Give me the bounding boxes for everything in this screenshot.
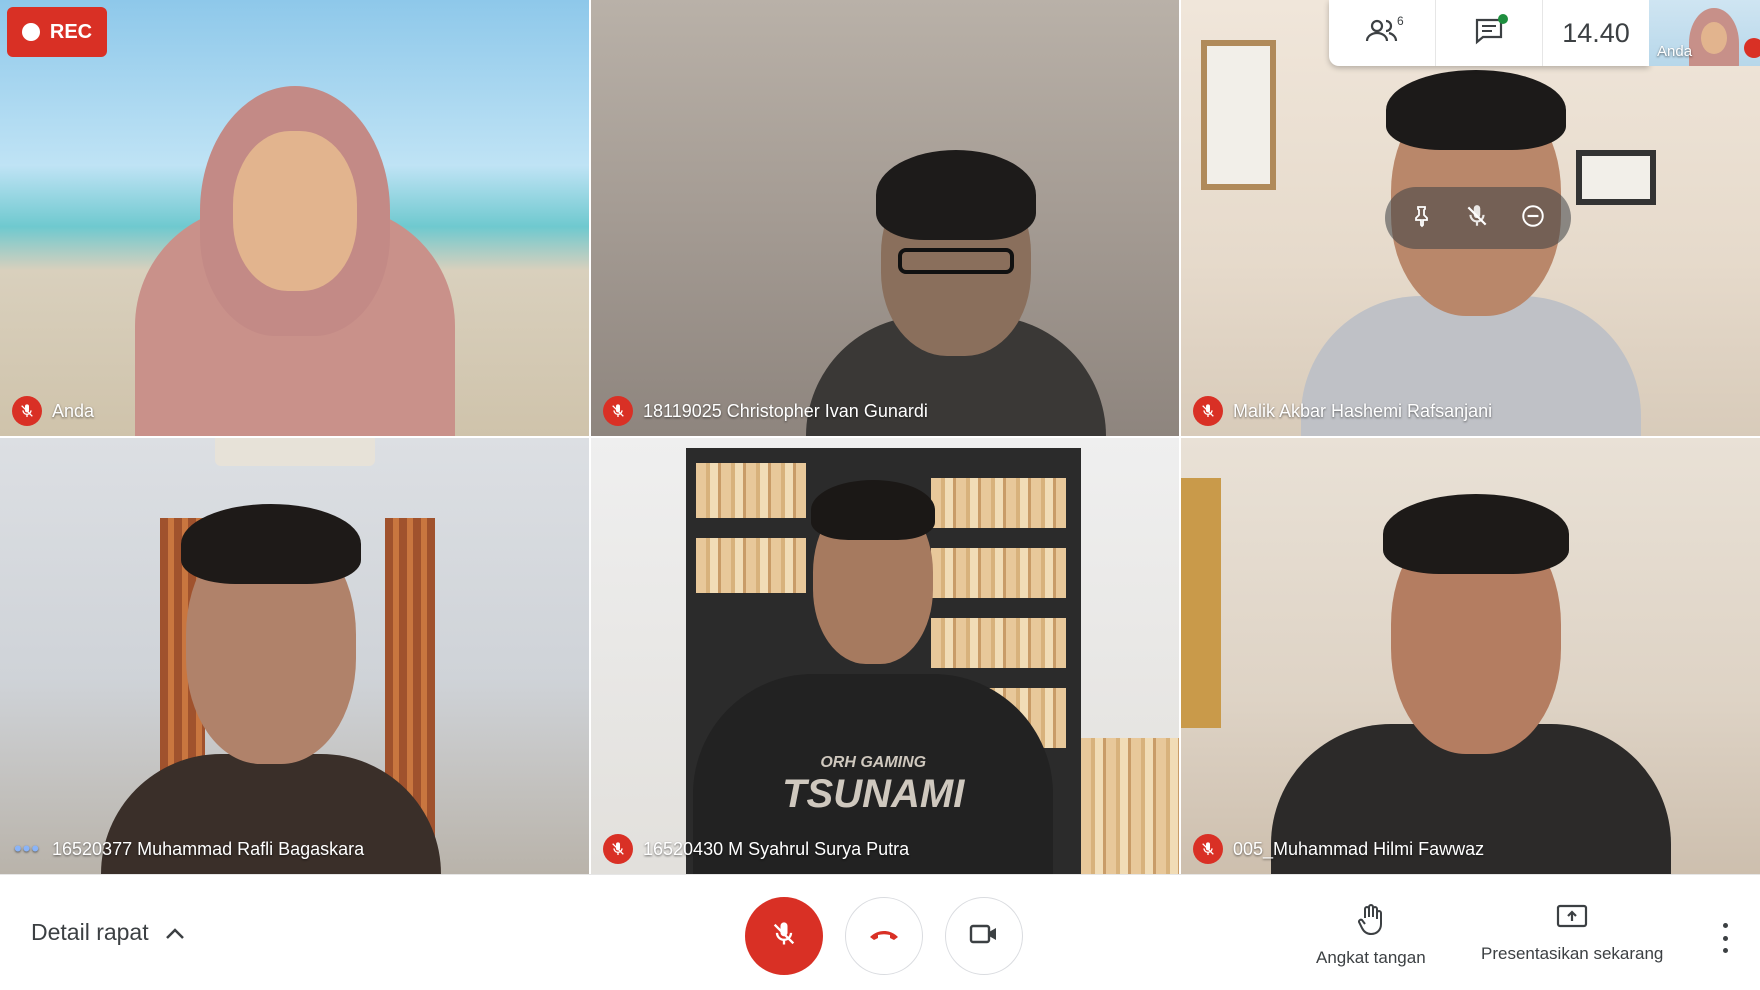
participant-tile[interactable]: ••• 16520377 Muhammad Rafli Bagaskara xyxy=(0,438,589,874)
participants-button[interactable]: 6 xyxy=(1329,0,1435,66)
record-dot-icon xyxy=(21,23,40,41)
participant-video: ORH GAMING TSUNAMI xyxy=(673,474,1073,874)
meeting-details-label: Detail rapat xyxy=(31,919,149,945)
present-screen-icon xyxy=(1556,903,1588,936)
chat-icon xyxy=(1474,13,1508,50)
shirt-print: ORH GAMING TSUNAMI xyxy=(782,754,965,816)
meeting-topbar: 6 14.40 xyxy=(1329,0,1649,66)
participant-video xyxy=(91,484,451,874)
participant-tile[interactable]: Anda REC xyxy=(0,0,589,436)
participant-name-row: ••• 16520377 Muhammad Rafli Bagaskara xyxy=(12,834,364,864)
chat-button[interactable] xyxy=(1435,0,1542,66)
mic-off-icon xyxy=(1193,396,1223,426)
participant-name-row: 16520430 M Syahrul Surya Putra xyxy=(603,834,909,864)
more-dot xyxy=(1722,935,1728,941)
participant-tile[interactable]: 18119025 Christopher Ivan Gunardi xyxy=(591,0,1179,436)
chevron-up-icon xyxy=(165,919,185,946)
participant-name: Malik Akbar Hashemi Rafsanjani xyxy=(1233,400,1493,421)
participant-name-row: Malik Akbar Hashemi Rafsanjani xyxy=(1193,396,1492,426)
video-camera-icon xyxy=(969,923,999,950)
mic-off-icon xyxy=(1744,38,1760,58)
more-dot xyxy=(1722,923,1728,928)
participant-name: 18119025 Christopher Ivan Gunardi xyxy=(643,400,928,421)
tile-hover-controls xyxy=(1385,187,1571,249)
mute-icon[interactable] xyxy=(1464,203,1490,234)
participant-name: 16520430 M Syahrul Surya Putra xyxy=(643,838,910,859)
meeting-controls-bar: Detail rapat Angkat tangan Presentasikan… xyxy=(0,874,1760,990)
air-conditioner xyxy=(215,438,375,466)
speaking-indicator-icon: ••• xyxy=(13,836,41,861)
remove-icon[interactable] xyxy=(1520,203,1546,234)
meeting-time: 14.40 xyxy=(1562,17,1630,48)
self-view-label: Anda xyxy=(1657,43,1693,60)
mic-off-icon xyxy=(770,920,798,953)
leave-call-button[interactable] xyxy=(845,897,923,975)
raise-hand-button[interactable]: Angkat tangan xyxy=(1316,903,1426,968)
participant-video xyxy=(796,136,1116,436)
microphone-toggle-button[interactable] xyxy=(745,897,823,975)
participant-tile[interactable]: ORH GAMING TSUNAMI 16520430 M Syahrul Su… xyxy=(591,438,1179,874)
present-now-label: Presentasikan sekarang xyxy=(1481,944,1664,963)
self-view[interactable]: Anda xyxy=(1649,0,1760,66)
mic-off-icon xyxy=(603,834,633,864)
people-icon xyxy=(1364,16,1400,51)
mic-off-icon xyxy=(12,396,42,426)
camera-toggle-button[interactable] xyxy=(945,897,1023,975)
participant-video xyxy=(115,36,475,436)
participant-name: 16520377 Muhammad Rafli Bagaskara xyxy=(52,838,365,859)
clock: 14.40 xyxy=(1542,0,1649,66)
meeting-screen: Anda REC 18119025 Christopher Ivan Gunar… xyxy=(0,0,1760,990)
books xyxy=(1081,738,1179,874)
wall-frame xyxy=(1201,40,1276,190)
video-grid: Anda REC 18119025 Christopher Ivan Gunar… xyxy=(0,0,1760,874)
mic-off-icon xyxy=(603,396,633,426)
meeting-details-button[interactable]: Detail rapat xyxy=(31,919,185,946)
curtain xyxy=(1181,478,1221,728)
pin-icon[interactable] xyxy=(1410,204,1434,233)
recording-label: REC xyxy=(49,20,93,43)
more-dot xyxy=(1722,948,1728,953)
hang-up-icon xyxy=(867,926,901,947)
participant-name-row: 18119025 Christopher Ivan Gunardi xyxy=(603,396,928,426)
mic-off-icon xyxy=(1193,834,1223,864)
participant-name: Anda xyxy=(52,400,95,421)
chat-notification-dot xyxy=(1498,13,1508,24)
more-options-button[interactable] xyxy=(1718,923,1732,953)
self-view-face xyxy=(1701,22,1727,54)
participant-name: 005_Muhammad Hilmi Fawwaz xyxy=(1233,838,1485,859)
present-now-button[interactable]: Presentasikan sekarang xyxy=(1481,903,1663,964)
participants-count: 6 xyxy=(1397,14,1404,28)
participant-name-row: Anda xyxy=(12,396,94,426)
raise-hand-label: Angkat tangan xyxy=(1316,948,1426,967)
participant-video xyxy=(1270,474,1671,874)
hand-icon xyxy=(1356,903,1386,940)
participant-tile[interactable]: 005_Muhammad Hilmi Fawwaz xyxy=(1181,438,1760,874)
recording-badge: REC xyxy=(7,7,107,57)
participant-name-row: 005_Muhammad Hilmi Fawwaz xyxy=(1193,834,1484,864)
